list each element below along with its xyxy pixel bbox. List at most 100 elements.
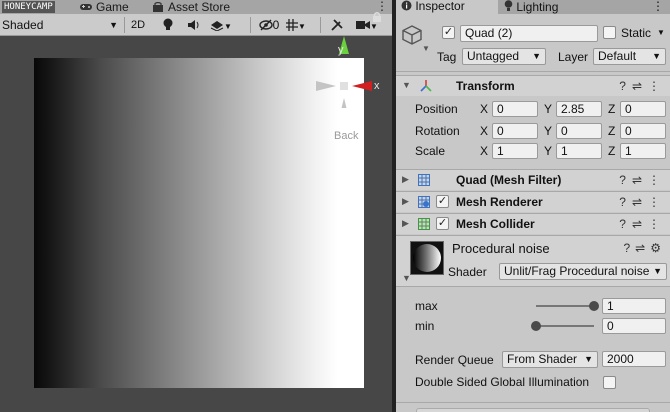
position-x-field[interactable]: 0 <box>492 101 538 117</box>
tab-inspector[interactable]: Inspector <box>396 0 498 14</box>
scale-y-field[interactable]: 1 <box>556 143 602 159</box>
help-icon: ? <box>619 195 632 209</box>
lighting-toggle-button[interactable] <box>158 16 178 34</box>
mesh-filter-header[interactable]: ▶ Quad (Mesh Filter) ?⇌⋮ <box>396 169 670 190</box>
presets-icon: ⇌ <box>635 241 651 255</box>
position-y-field[interactable]: 2.85 <box>556 101 602 117</box>
mesh-filter-title: Quad (Mesh Filter) <box>456 173 562 187</box>
lock-icon[interactable] <box>372 11 382 23</box>
min-slider[interactable] <box>536 325 594 327</box>
mesh-collider-icon <box>418 218 430 230</box>
hidden-objects-toggle[interactable]: 0 <box>254 16 284 34</box>
material-actions[interactable]: ?⇌⚙ <box>623 241 666 255</box>
mesh-renderer-enabled-checkbox[interactable]: ✓ <box>436 195 449 208</box>
tag-dropdown[interactable]: Untagged ▼ <box>462 48 546 65</box>
shading-mode-dropdown[interactable]: Shaded ▼ <box>2 16 122 34</box>
max-slider[interactable] <box>536 305 594 307</box>
component-actions[interactable]: ?⇌⋮ <box>619 173 666 187</box>
chevron-down-icon: ▼ <box>651 264 662 279</box>
chevron-down-icon[interactable]: ▼ <box>402 80 411 90</box>
chevron-right-icon[interactable]: ▶ <box>402 218 409 229</box>
tab-game[interactable]: Game <box>80 0 129 14</box>
material-header[interactable]: ▼ Procedural noise ?⇌⚙ Shader Unlit/Frag… <box>396 235 670 287</box>
chevron-down-icon: ▼ <box>584 354 593 364</box>
static-label: Static <box>621 26 652 40</box>
scene-panel: HONEYCAMP Game Asset Store ⋮ Shaded ▼ 2D… <box>0 0 392 412</box>
axis-x-label: x <box>374 80 380 92</box>
render-queue-dropdown[interactable]: From Shader ▼ <box>502 351 598 368</box>
presets-icon: ⇌ <box>631 195 648 209</box>
grid-snap-dropdown[interactable]: ▼ <box>285 16 307 34</box>
max-slider-handle[interactable] <box>589 301 599 311</box>
rotation-y-field[interactable]: 0 <box>556 123 602 139</box>
info-icon <box>401 0 412 11</box>
mesh-renderer-icon <box>418 196 430 208</box>
component-actions[interactable]: ?⇌⋮ <box>619 195 666 209</box>
tab-lighting-label: Lighting <box>516 0 559 14</box>
chevron-down-icon[interactable]: ▼ <box>657 28 665 37</box>
active-checkbox[interactable]: ✓ <box>442 26 455 39</box>
rotation-x-field[interactable]: 0 <box>492 123 538 139</box>
min-slider-handle[interactable] <box>531 321 541 331</box>
inspector-panel: Inspector Lighting ⋮ ▼ ✓ Quad (2) Static… <box>396 0 670 412</box>
toggle-2d-button[interactable]: 2D <box>127 16 149 34</box>
axis-neg-x-cone <box>316 81 336 91</box>
store-icon <box>152 1 164 12</box>
grid-icon <box>286 19 299 31</box>
chevron-down-icon[interactable]: ▼ <box>402 273 411 283</box>
object-name-field[interactable]: Quad (2) <box>460 25 598 42</box>
chevron-down-icon[interactable]: ▼ <box>422 44 430 53</box>
effects-dropdown[interactable]: ▼ <box>208 16 234 34</box>
chevron-down-icon: ▼ <box>109 20 118 30</box>
shader-dropdown[interactable]: Unlit/Frag Procedural noise ▼ <box>499 263 667 280</box>
rotation-label: Rotation <box>415 124 460 138</box>
more-menu-icon: ⋮ <box>648 173 666 187</box>
help-icon: ? <box>619 173 632 187</box>
presets-icon: ⇌ <box>631 217 648 231</box>
material-preview-icon <box>410 241 444 275</box>
layer-dropdown[interactable]: Default ▼ <box>593 48 666 65</box>
scale-z-field[interactable]: 1 <box>620 143 666 159</box>
tab-asset-store[interactable]: Asset Store <box>152 0 230 14</box>
transform-icon <box>420 80 432 92</box>
eye-slash-icon <box>258 19 273 31</box>
render-queue-value-field[interactable]: 2000 <box>602 351 666 367</box>
transform-title: Transform <box>456 79 515 93</box>
help-icon: ? <box>619 217 632 231</box>
max-value-field[interactable]: 1 <box>602 298 666 314</box>
dsgi-checkbox[interactable] <box>603 376 616 389</box>
min-value-field[interactable]: 0 <box>602 318 666 334</box>
more-menu-icon: ⋮ <box>648 79 666 93</box>
axis-z-label: Z <box>608 102 616 116</box>
watermark: HONEYCAMP <box>2 1 55 13</box>
position-label: Position <box>415 102 458 116</box>
bulb-icon <box>504 0 513 11</box>
mesh-renderer-header[interactable]: ▶ ✓ Mesh Renderer ?⇌⋮ <box>396 191 670 212</box>
scale-x-field[interactable]: 1 <box>492 143 538 159</box>
mesh-collider-title: Mesh Collider <box>456 217 535 231</box>
more-menu-icon[interactable]: ⋮ <box>652 0 664 12</box>
help-icon: ? <box>619 79 632 93</box>
position-z-field[interactable]: 0 <box>620 101 666 117</box>
audio-toggle-button[interactable] <box>184 16 204 34</box>
gear-icon: ⚙ <box>650 241 666 255</box>
view-direction-label[interactable]: Back <box>334 130 358 142</box>
more-menu-icon: ⋮ <box>648 217 666 231</box>
static-checkbox[interactable] <box>603 26 616 39</box>
tab-lighting[interactable]: Lighting <box>498 0 578 14</box>
axis-x-label: X <box>480 144 489 158</box>
toolbar-divider <box>250 17 251 33</box>
cube-icon <box>401 24 423 46</box>
rotation-z-field[interactable]: 0 <box>620 123 666 139</box>
hidden-count: 0 <box>272 18 280 32</box>
transform-header[interactable]: ▼ Transform ?⇌⋮ <box>396 75 670 96</box>
component-actions[interactable]: ?⇌⋮ <box>619 79 666 93</box>
mesh-collider-header[interactable]: ▶ ✓ Mesh Collider ?⇌⋮ <box>396 213 670 234</box>
component-actions[interactable]: ?⇌⋮ <box>619 217 666 231</box>
speaker-icon <box>188 20 199 30</box>
chevron-right-icon[interactable]: ▶ <box>402 196 409 207</box>
chevron-right-icon[interactable]: ▶ <box>402 174 409 185</box>
gamepad-icon <box>80 1 92 11</box>
add-component-area[interactable] <box>416 408 650 412</box>
mesh-collider-enabled-checkbox[interactable]: ✓ <box>436 217 449 230</box>
